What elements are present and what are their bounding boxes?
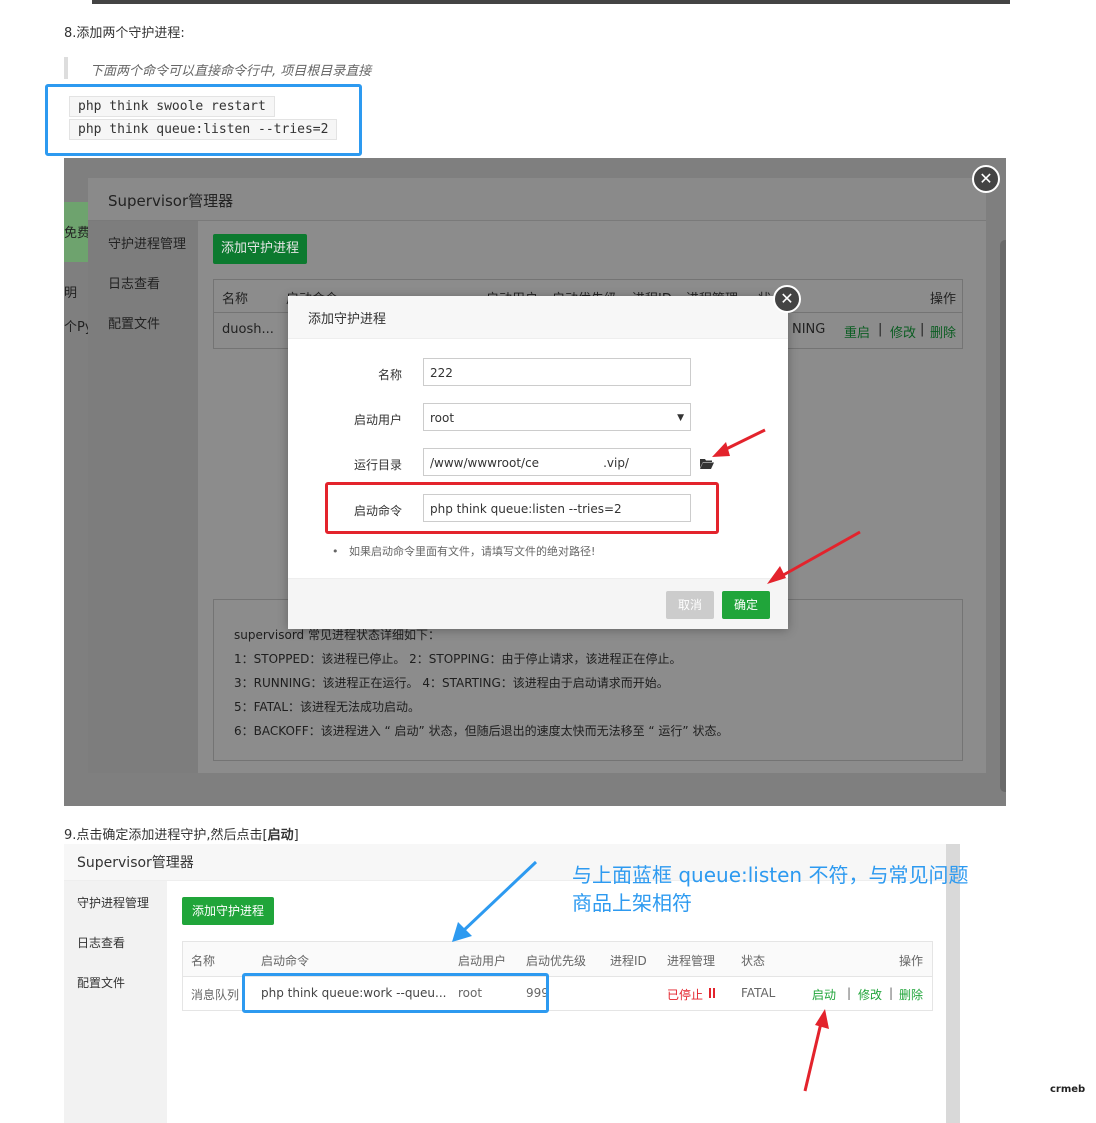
step9-prefix: 9.点击确定添加进程守护,然后点击[: [64, 828, 268, 843]
dropdown-arrow-icon: ▼: [677, 413, 684, 423]
row-mgmt-status: 已停止: [667, 988, 704, 1002]
red-arrow-up: [803, 1009, 829, 1092]
annotation-line-2: 商品上架相符: [572, 891, 692, 915]
info-line: 1：STOPPED：该进程已停止。 2：STOPPING：由于停止请求，该进程正…: [234, 652, 682, 666]
start-link[interactable]: 启动: [812, 986, 836, 1003]
sep: |: [847, 986, 852, 1000]
blockquote: 下面两个命令可以直接命令行中, 项目根目录直接: [64, 57, 428, 79]
th-ops: 操作: [930, 292, 957, 307]
sidebar-item-config[interactable]: 配置文件: [77, 974, 125, 991]
user-label: 启动用户: [353, 413, 402, 427]
annotation-line-1: 与上面蓝框 queue:listen 不符，与常见问题: [572, 863, 969, 887]
panel-sidebar: 守护进程管理 日志查看 配置文件: [88, 221, 198, 773]
blue-highlight-box-commands: [45, 84, 362, 156]
info-line: 3：RUNNING：该进程正在运行。 4：STARTING：该进程由于启动请求而…: [234, 676, 669, 690]
sidebar-item-logs[interactable]: 日志查看: [77, 934, 125, 951]
quote-text: 下面两个命令可以直接命令行中, 项目根目录直接: [90, 64, 372, 79]
restart-link[interactable]: 重启: [844, 322, 870, 341]
dir-input[interactable]: /www/wwwroot/ce .vip/: [423, 448, 691, 476]
bg-label-ming: 明: [64, 286, 78, 301]
row-state: FATAL: [741, 986, 776, 1000]
step-8-heading: 8.添加两个守护进程:: [64, 26, 185, 41]
bg-label-free: 免费: [64, 226, 91, 241]
th-user: 启动用户: [458, 954, 507, 968]
th-name: 名称: [222, 292, 249, 307]
hint-text: 如果启动命令里面有文件，请填写文件的绝对路径!: [348, 545, 596, 558]
sidebar-item-logs[interactable]: 日志查看: [108, 273, 160, 292]
row-state: NING: [792, 322, 826, 337]
step9-suffix: ]: [293, 828, 299, 843]
pause-icon-bar: [713, 988, 715, 998]
sidebar-item-process[interactable]: 守护进程管理: [108, 233, 186, 252]
confirm-button[interactable]: 确定: [722, 591, 770, 619]
sidebar-item-config[interactable]: 配置文件: [108, 313, 160, 332]
name-label: 名称: [377, 368, 402, 382]
dir-label: 运行目录: [353, 458, 402, 472]
dir-value-start: /www/wwwroot/ce: [430, 456, 540, 470]
dir-value-end: .vip/: [603, 456, 629, 470]
edit-link[interactable]: 修改: [890, 322, 916, 341]
sep: |: [889, 986, 894, 1000]
panel-sidebar: 守护进程管理 日志查看 配置文件: [64, 881, 167, 1123]
th-pid: 进程ID: [610, 954, 647, 968]
step9-bold: 启动: [267, 828, 294, 843]
blue-highlight-box-command: [242, 973, 549, 1013]
page-top-bar: [92, 0, 1010, 4]
panel-title-bar: Supervisor管理器: [88, 178, 986, 221]
sidebar-item-process[interactable]: 守护进程管理: [77, 894, 149, 911]
th-ops: 操作: [899, 954, 924, 968]
modal-header: 添加守护进程: [288, 296, 788, 339]
delete-link[interactable]: 删除: [930, 322, 956, 341]
th-name: 名称: [191, 954, 216, 968]
th-mgmt: 进程管理: [667, 954, 716, 968]
user-select-value: root: [430, 411, 455, 425]
red-highlight-box-command: [325, 482, 719, 534]
blue-arrow: [452, 860, 538, 942]
edit-link[interactable]: 修改: [858, 986, 882, 1003]
sep: |: [878, 322, 883, 337]
close-icon[interactable]: ✕: [972, 165, 1000, 193]
add-process-button[interactable]: 添加守护进程: [182, 897, 274, 925]
red-arrows: [712, 428, 861, 584]
info-line: 5：FATAL：该进程无法成功启动。: [234, 700, 421, 714]
row-name: duosh...: [222, 322, 274, 337]
scrollbar[interactable]: [1000, 240, 1006, 792]
name-input[interactable]: 222: [423, 358, 691, 386]
row-name: 消息队列: [191, 988, 240, 1002]
modal-close-icon[interactable]: ✕: [773, 285, 801, 313]
cancel-button[interactable]: 取消: [666, 591, 714, 619]
add-process-button[interactable]: 添加守护进程: [213, 234, 307, 264]
watermark-logo: crmeb: [1050, 1084, 1086, 1095]
panel-title: Supervisor管理器: [77, 855, 194, 871]
user-select[interactable]: root ▼: [423, 403, 691, 431]
th-cmd: 启动命令: [261, 954, 310, 968]
cmd-hint: • 如果启动命令里面有文件，请填写文件的绝对路径!: [332, 545, 596, 558]
panel-title: Supervisor管理器: [108, 192, 234, 210]
sep: |: [920, 322, 925, 337]
modal-title: 添加守护进程: [308, 312, 387, 327]
pause-icon: [709, 988, 711, 998]
th-state: 状态: [741, 954, 766, 968]
step-9-heading: 9.点击确定添加进程守护,然后点击[启动]: [64, 824, 299, 843]
th-prio: 启动优先级: [526, 954, 587, 968]
delete-link[interactable]: 删除: [899, 986, 923, 1003]
info-line: 6：BACKOFF：该进程进入 “ 启动” 状态，但随后退出的速度太快而无法移至…: [234, 724, 729, 738]
